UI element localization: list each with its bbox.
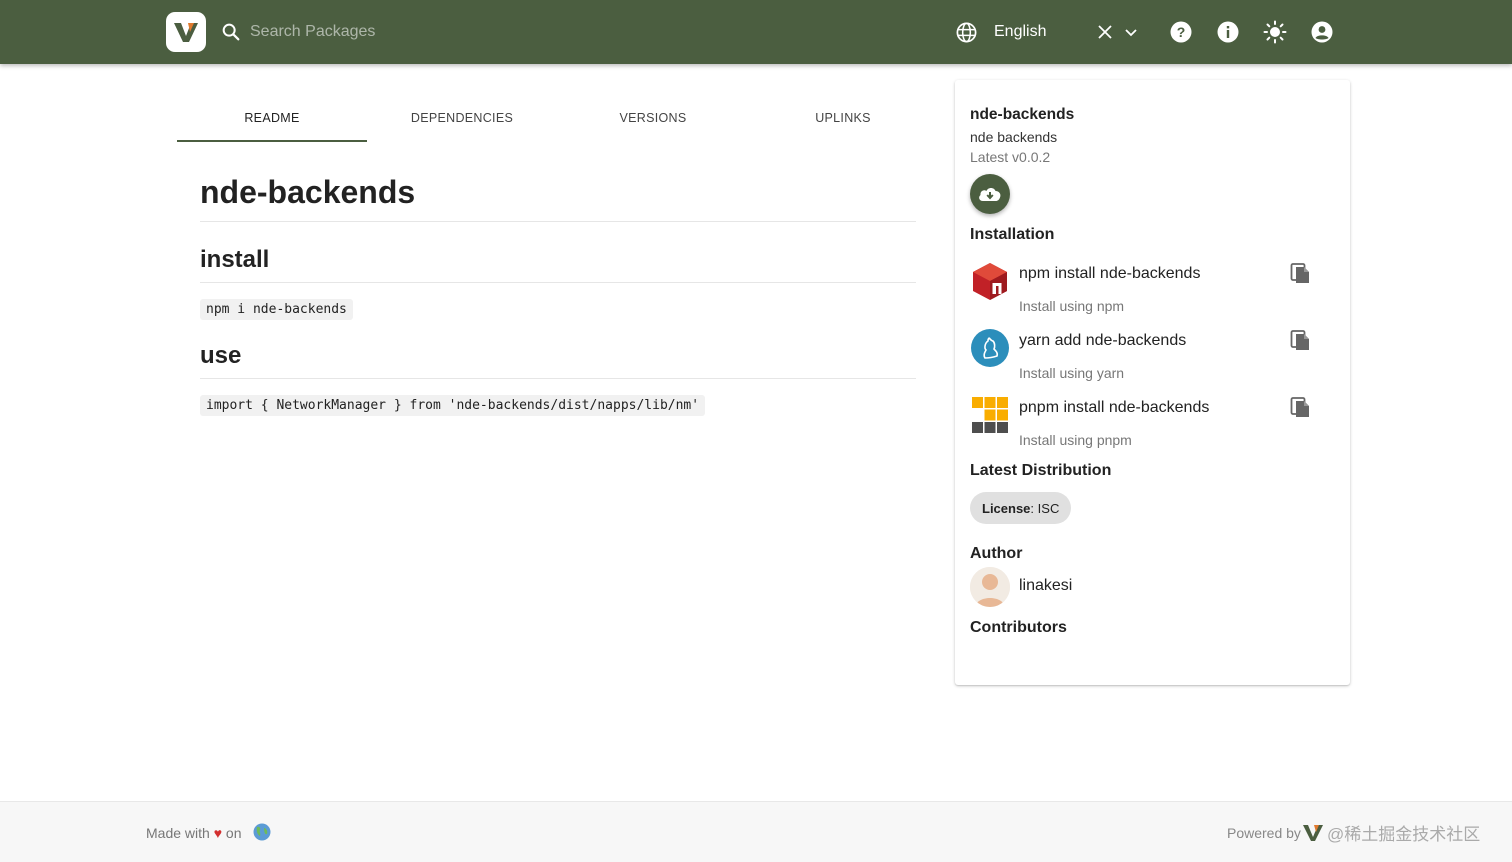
package-name: nde-backends bbox=[970, 106, 1075, 123]
search-input[interactable] bbox=[250, 18, 550, 46]
license-separator: : bbox=[1030, 500, 1038, 516]
author-title: Author bbox=[970, 545, 1023, 562]
install-command: pnpm install nde-backends bbox=[1019, 399, 1210, 416]
language-select[interactable]: English bbox=[994, 23, 1046, 41]
tab-versions[interactable]: VERSIONS bbox=[558, 96, 748, 142]
tab-readme[interactable]: README bbox=[177, 96, 367, 142]
install-command: npm install nde-backends bbox=[1019, 265, 1201, 282]
latest-distribution-title: Latest Distribution bbox=[970, 462, 1112, 479]
verdaccio-logo-icon[interactable] bbox=[1303, 824, 1323, 842]
on-label: on bbox=[225, 825, 242, 841]
avatar bbox=[970, 567, 1010, 607]
globe-icon bbox=[956, 22, 977, 43]
info-icon[interactable] bbox=[1216, 20, 1240, 44]
tab-uplinks[interactable]: UPLINKS bbox=[748, 96, 938, 142]
install-subtitle: Install using pnpm bbox=[1019, 432, 1132, 448]
author-name[interactable]: linakesi bbox=[1019, 577, 1072, 595]
license-value: ISC bbox=[1037, 500, 1060, 516]
made-with-text: Made with ♥ on bbox=[146, 825, 241, 841]
readme-content: nde-backends install npm i nde-backends … bbox=[200, 160, 916, 416]
package-description: nde backends bbox=[970, 129, 1058, 145]
contributors-title: Contributors bbox=[970, 619, 1067, 636]
package-latest-version: Latest v0.0.2 bbox=[970, 149, 1051, 165]
license-label: License bbox=[982, 500, 1031, 516]
package-sidebar-card: nde-backends nde backends Latest v0.0.2 … bbox=[955, 80, 1350, 685]
chevron-down-icon[interactable] bbox=[1123, 24, 1139, 40]
install-command: yarn add nde-backends bbox=[1019, 332, 1187, 349]
use-code: import { NetworkManager } from 'nde-back… bbox=[200, 395, 706, 416]
copy-icon[interactable] bbox=[1290, 261, 1312, 285]
install-subtitle: Install using npm bbox=[1019, 298, 1125, 314]
package-tabs: README DEPENDENCIES VERSIONS UPLINKS bbox=[177, 96, 939, 142]
install-item-pnpm: pnpm install nde-backends Install using … bbox=[970, 395, 1320, 455]
logo-button[interactable] bbox=[166, 12, 206, 52]
install-item-npm: npm install nde-backends Install using n… bbox=[970, 261, 1320, 321]
install-item-yarn: yarn add nde-backends Install using yarn bbox=[970, 328, 1320, 388]
install-subtitle: Install using yarn bbox=[1019, 365, 1125, 381]
license-chip: License : ISC bbox=[970, 492, 1072, 524]
earth-icon[interactable] bbox=[253, 823, 271, 841]
npm-icon bbox=[973, 263, 1007, 300]
yarn-icon bbox=[971, 329, 1009, 367]
light-mode-icon[interactable] bbox=[1263, 20, 1287, 44]
readme-title: nde-backends bbox=[200, 174, 916, 222]
copy-icon[interactable] bbox=[1290, 395, 1312, 419]
download-button[interactable] bbox=[970, 174, 1010, 214]
copy-icon[interactable] bbox=[1290, 328, 1312, 352]
install-heading: install bbox=[200, 246, 916, 283]
footer: Made with ♥ on Powered by @稀土掘金技术社区 bbox=[0, 801, 1512, 862]
author-avatar-icon bbox=[970, 567, 1010, 607]
help-icon[interactable]: ? bbox=[1169, 20, 1193, 44]
verdaccio-logo-icon bbox=[174, 23, 198, 42]
close-icon[interactable] bbox=[1097, 24, 1113, 40]
heart-icon: ♥ bbox=[213, 825, 223, 841]
pnpm-icon bbox=[972, 397, 1008, 433]
svg-text:?: ? bbox=[1177, 24, 1186, 40]
installation-title: Installation bbox=[970, 226, 1055, 243]
cloud-download-icon bbox=[979, 188, 1001, 201]
account-icon[interactable] bbox=[1310, 20, 1334, 44]
made-with-label: Made with bbox=[146, 825, 210, 841]
top-app-bar: English ? bbox=[0, 0, 1512, 64]
install-code: npm i nde-backends bbox=[200, 299, 353, 320]
search-icon bbox=[222, 23, 240, 41]
tab-dependencies[interactable]: DEPENDENCIES bbox=[367, 96, 557, 142]
powered-by-label: Powered by bbox=[1227, 825, 1301, 841]
use-heading: use bbox=[200, 342, 916, 379]
watermark-text: @稀土掘金技术社区 bbox=[1327, 825, 1481, 844]
